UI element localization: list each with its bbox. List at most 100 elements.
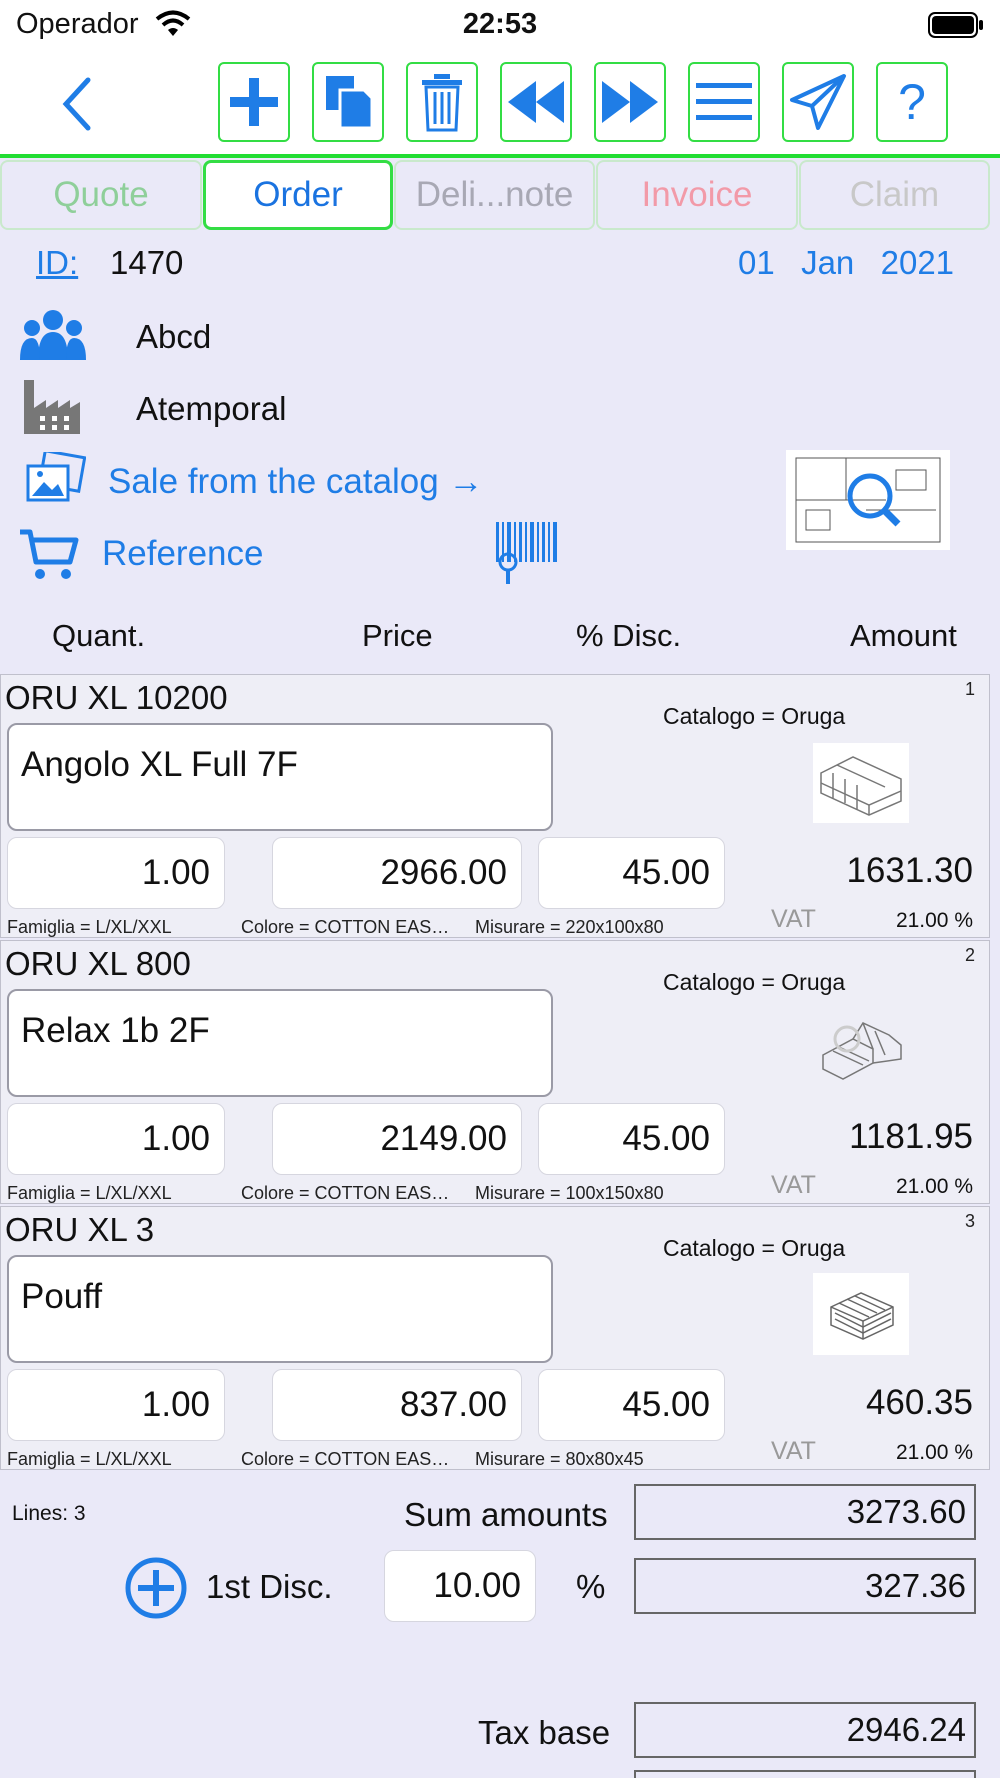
product-code: ORU XL 3 [5, 1211, 155, 1248]
lines-count: Lines: 3 [12, 1502, 86, 1525]
price-field[interactable]: 837.00 [272, 1369, 522, 1441]
sum-amounts-label: Sum amounts [404, 1496, 608, 1533]
next-total-box-edge [634, 1770, 976, 1778]
copy-button[interactable] [312, 62, 384, 142]
product-thumbnail[interactable] [813, 1273, 909, 1355]
quantity-field[interactable]: 1.00 [7, 1103, 225, 1175]
price-field[interactable]: 2966.00 [272, 837, 522, 909]
line-amount: 1181.95 [849, 1117, 973, 1156]
floor-plan-icon [795, 457, 941, 543]
quantity-field[interactable]: 1.00 [7, 1369, 225, 1441]
pouf-sketch-icon [830, 1292, 894, 1340]
misurare-attribute: Misurare = 220x100x80 [475, 917, 664, 937]
add-discount-icon[interactable] [124, 1556, 188, 1620]
product-thumbnail[interactable] [813, 743, 909, 823]
order-line[interactable]: ORU XL 3 3 Catalogo = Oruga Pouff 1.00 8… [0, 1206, 990, 1470]
id-link[interactable]: ID: [36, 244, 78, 282]
first-discount-label: 1st Disc. [206, 1568, 333, 1605]
plus-icon [230, 78, 278, 126]
tab-delivery-note[interactable]: Deli...note [394, 160, 595, 230]
column-header-quant: Quant. [52, 618, 146, 653]
hamburger-icon [696, 83, 752, 120]
copy-icon [326, 76, 374, 130]
next-button[interactable] [594, 62, 666, 142]
order-line[interactable]: ORU XL 10200 1 Catalogo = Oruga Angolo X… [0, 674, 990, 938]
date-month: Jan [801, 244, 855, 281]
document-date[interactable]: 01 Jan 2021 [738, 244, 954, 282]
catalog-images-icon[interactable] [24, 452, 86, 506]
tax-base-label: Tax base [478, 1714, 611, 1751]
send-button[interactable] [782, 62, 854, 142]
sofa-sketch-icon [820, 756, 902, 816]
line-number: 1 [965, 679, 976, 699]
discount-field[interactable]: 45.00 [538, 1369, 725, 1441]
customers-icon[interactable] [20, 308, 86, 362]
delete-button[interactable] [406, 62, 478, 142]
tax-base-value: 2946.24 [634, 1702, 976, 1758]
floor-plan-search-thumbnail[interactable] [786, 450, 950, 550]
cart-icon[interactable] [18, 526, 80, 582]
description-field[interactable]: Angolo XL Full 7F [7, 723, 553, 831]
vat-label: VAT [771, 905, 816, 933]
add-button[interactable] [218, 62, 290, 142]
vat-label: VAT [771, 1171, 816, 1199]
colore-attribute: Colore = COTTON EAS… [241, 1449, 450, 1469]
product-code: ORU XL 10200 [5, 679, 228, 716]
document-id: 1470 [110, 244, 184, 281]
vat-rate: 21.00 % [895, 909, 973, 932]
percent-sign: % [576, 1568, 606, 1605]
help-button[interactable]: ? [876, 62, 948, 142]
sofa-sketch-icon [822, 1022, 902, 1080]
toolbar: ? [0, 52, 1000, 158]
date-day: 01 [738, 244, 775, 281]
paper-plane-icon [790, 74, 846, 130]
discount-field[interactable]: 45.00 [538, 837, 725, 909]
order-line[interactable]: ORU XL 800 2 Catalogo = Oruga Relax 1b 2… [0, 940, 990, 1204]
first-discount-value: 327.36 [634, 1558, 976, 1614]
column-header-price: Price [362, 618, 433, 653]
tab-quote[interactable]: Quote [0, 160, 202, 230]
description-field[interactable]: Pouff [7, 1255, 553, 1363]
line-amount: 460.35 [865, 1383, 973, 1422]
price-field[interactable]: 2149.00 [272, 1103, 522, 1175]
tab-claim[interactable]: Claim [799, 160, 990, 230]
previous-button[interactable] [500, 62, 572, 142]
sum-amounts-value: 3273.60 [634, 1484, 976, 1540]
tab-invoice[interactable]: Invoice [596, 160, 798, 230]
line-number: 2 [965, 945, 976, 965]
catalog-label: Catalogo = Oruga [663, 1235, 846, 1261]
product-thumbnail[interactable] [813, 1009, 909, 1089]
discount-field[interactable]: 45.00 [538, 1103, 725, 1175]
back-button[interactable] [52, 74, 112, 134]
line-number: 3 [965, 1211, 976, 1231]
colore-attribute: Colore = COTTON EAS… [241, 917, 450, 937]
sale-from-catalog-link[interactable]: Sale from the catalog → [108, 462, 483, 502]
tab-order[interactable]: Order [203, 160, 393, 230]
fast-forward-icon [602, 81, 658, 123]
product-code: ORU XL 800 [5, 945, 191, 982]
famiglia-attribute: Famiglia = L/XL/XXL [7, 1449, 172, 1469]
customer-name[interactable]: Abcd [136, 318, 211, 356]
battery-icon [928, 12, 983, 38]
vat-label: VAT [771, 1437, 816, 1465]
first-discount-percent-field[interactable]: 10.00 [384, 1550, 536, 1622]
supplier-name[interactable]: Atemporal [136, 390, 286, 428]
quantity-field[interactable]: 1.00 [7, 837, 225, 909]
factory-icon[interactable] [22, 378, 82, 436]
clock: 22:53 [462, 8, 538, 40]
colore-attribute: Colore = COTTON EAS… [241, 1183, 450, 1203]
rewind-icon [508, 81, 564, 123]
menu-button[interactable] [688, 62, 760, 142]
document-type-tabs: Quote Order Deli...note Invoice Claim [0, 158, 1000, 232]
barcode-scanner-icon[interactable] [494, 520, 560, 586]
vat-rate: 21.00 % [895, 1441, 973, 1464]
date-year: 2021 [880, 244, 955, 281]
description-field[interactable]: Relax 1b 2F [7, 989, 553, 1097]
chevron-left-icon [62, 77, 91, 131]
column-header-amount: Amount [850, 618, 957, 653]
vat-rate: 21.00 % [895, 1175, 973, 1198]
catalog-label: Catalogo = Oruga [663, 969, 846, 995]
catalog-label: Catalogo = Oruga [663, 703, 846, 729]
reference-link[interactable]: Reference [102, 534, 263, 574]
column-header-disc: % Disc. [576, 618, 682, 653]
